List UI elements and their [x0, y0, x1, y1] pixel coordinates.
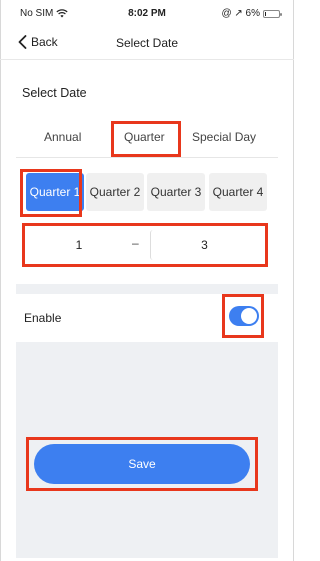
battery-icon	[263, 9, 282, 18]
date-type-tabs: Annual Quarter Special Day	[16, 118, 278, 158]
battery-level-fill	[265, 11, 266, 16]
toggle-knob	[241, 308, 257, 324]
battery-percent: @ ↗ 6%	[221, 8, 260, 19]
range-start-field[interactable]: 1	[30, 230, 128, 260]
quarter-4-button[interactable]: Quarter 4	[209, 173, 267, 211]
quarter-1-button[interactable]: Quarter 1	[26, 173, 84, 211]
range-end-field[interactable]: 3	[150, 230, 258, 260]
nav-bar: Back Select Date	[0, 26, 294, 60]
quarter-selector: Quarter 1 Quarter 2 Quarter 3 Quarter 4	[20, 173, 280, 213]
section-title: Select Date	[22, 86, 87, 100]
tab-special-day[interactable]: Special Day	[192, 130, 256, 144]
enable-toggle[interactable]	[229, 306, 259, 326]
quarter-2-button[interactable]: Quarter 2	[86, 173, 144, 211]
enable-label: Enable	[24, 311, 62, 325]
quarter-3-button[interactable]: Quarter 3	[147, 173, 205, 211]
tab-annual[interactable]: Annual	[44, 130, 81, 144]
range-separator: –	[132, 236, 139, 250]
status-right: @ ↗ 6%	[221, 8, 282, 19]
tab-quarter[interactable]: Quarter	[124, 130, 165, 144]
status-bar: No SIM 8:02 PM @ ↗ 6%	[0, 0, 294, 26]
save-button[interactable]: Save	[34, 444, 250, 484]
page-title: Select Date	[115, 36, 179, 50]
